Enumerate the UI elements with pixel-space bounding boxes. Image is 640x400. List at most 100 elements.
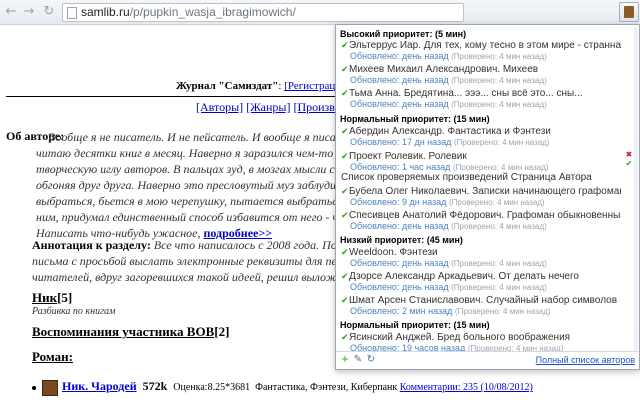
refresh-icon[interactable]: ↻ [366,355,376,365]
author-title[interactable]: Абердин Александр. Фантастика и Фэнтези [349,126,551,137]
book-title-link[interactable]: Ник. Чародей [62,379,137,393]
author-title[interactable]: Ясинский Анджей. Бред больного воображен… [349,332,570,343]
updated-text: Обновлено: день назад [350,75,449,85]
check-icon: ✔ [341,296,349,306]
about-line: Вообще я не писатель. И не пейсатель. И … [48,130,336,144]
address-bar[interactable]: samlib.ru/p/pupkin_wasja_ibragimowich/ [62,3,464,22]
entry-subrow-links[interactable]: Список проверяемых произведений Страница… [341,172,592,183]
book-size: 572k [142,379,168,393]
section-nik-subtitle: Разбивка по книгам [32,306,116,317]
check-icon: ✔ [341,333,349,343]
reload-icon[interactable]: ↻ [42,5,56,19]
site-nav: [Авторы] [Жанры] [Произведен [196,100,358,115]
journal-header: Журнал "Самиздат": [Регистрация [176,80,346,92]
settings-wrench-icon[interactable]: ✎ [353,355,363,365]
nav-genres[interactable]: [Жанры] [246,100,290,114]
author-entry: ✔Эльтеррус Иар. Для тех, кому тесно в эт… [341,40,621,61]
checked-text: (Проверено: 4 мин назад) [451,76,547,85]
check-icon: ✔ [341,65,349,75]
url-host: samlib.ru [81,5,130,19]
nav-authors[interactable]: [Авторы] [196,100,243,114]
group-heading-normal-2: Нормальный приоритет: (15 мин) [340,320,490,330]
delete-icon[interactable]: ✖ [623,150,635,159]
checked-text: (Проверено: 4 мин назад) [451,222,547,231]
author-title[interactable]: Weeldoon. Фэнтези [349,247,438,258]
check-icon: ✔ [341,248,349,258]
author-entry: ✔Бубела Олег Николаевич. Записки начинаю… [341,186,621,207]
book-rating: Оценка:8.25*3681 [173,382,251,393]
about-line: ним, придумал единственный способ избави… [36,210,336,224]
full-author-list-link[interactable]: Полный список авторов [536,355,635,365]
checked-text: (Проверено: 4 мин назад) [454,307,551,316]
book-genres: Фантастика, Фэнтези, Киберпанк [255,382,398,393]
author-entry: ✔Weeldoon. Фэнтези Обновлено: день назад… [341,247,621,268]
check-icon: ✔ [341,127,349,137]
popup-scrollbar[interactable] [634,27,638,367]
check-icon: ✔ [341,211,349,221]
check-icon: ✔ [341,89,349,99]
updated-text: Обновлено: 2 мин назад [350,306,453,316]
checked-text: (Проверено: 4 мин назад) [452,163,549,172]
book-comments-link[interactable]: Комментарии: 235 (10/08/2012) [400,382,533,393]
checked-text: (Проверено: 4 мин назад) [451,100,547,109]
check-icon: ✔ [341,272,349,282]
extension-popup: Высокий приоритет: (5 мин) ✔Эльтеррус Иа… [335,24,640,370]
author-entry: ✔Дзорсе Александр Аркадьевич. От делать … [341,271,621,292]
checked-text: (Проверено: 4 мин назад) [453,138,550,147]
browser-toolbar: ← → ↻ samlib.ru/p/pupkin_wasja_ibragimow… [0,0,640,25]
author-title[interactable]: Спесивцев Анатолий Фёдорович. Графоман о… [349,210,621,221]
forward-arrow-icon[interactable]: → [22,5,36,19]
author-title[interactable]: Проект Ролевик. Ролевик [349,151,467,162]
bullet [32,385,36,390]
updated-text: Обновлено: день назад [350,51,449,61]
section-vow-link[interactable]: Воспоминания участника ВОВ [32,324,214,339]
book-icon [624,6,634,18]
author-entry: ✔Спесивцев Анатолий Фёдорович. Графоман … [341,210,621,231]
author-title[interactable]: Эльтеррус Иар. Для тех, кому тесно в это… [349,40,621,51]
checked-text: (Проверено: 4 мин назад) [451,283,547,292]
journal-title: Журнал "Самиздат" [176,80,279,92]
about-text: Вообще я не писатель. И не пейсатель. И … [36,129,336,241]
author-entry: ✔Михеев Михаил Александрович. Михеев Обн… [341,64,621,85]
mark-read-icon[interactable]: ✔ [623,159,635,168]
annotation-label: Аннотация к разделу: [32,238,151,252]
annotation-text: Все что написалось с 2008 года. После гд… [153,238,336,252]
author-entry-expanded: ✔Проект Ролевик. Ролевик Обновлено: 1 ча… [341,151,621,172]
book-cover-icon [42,379,58,396]
updated-text: Обновлено: 1 час назад [350,162,451,172]
author-title[interactable]: Тьма Анна. Бредятина... эээ... сны всё э… [349,88,583,99]
check-icon: ✔ [341,152,349,162]
about-line: выбраться, бьется в мою черепушку, пытае… [36,194,336,208]
checked-text: (Проверено: 4 мин назад) [448,198,545,207]
updated-text: Обновлено: 9 дн назад [350,197,447,207]
book-row: Ник. Чародей 572k Оценка:8.25*3681 Фантаст… [32,379,533,396]
author-title[interactable]: Шмат Арсен Станиславович. Случайный набо… [349,295,617,306]
group-heading-normal: Нормальный приоритет: (15 мин) [340,114,490,124]
author-title[interactable]: Бубела Олег Николаевич. Записки начинающ… [349,186,621,197]
updated-text: Обновлено: день назад [350,258,449,268]
samlib-extension-button[interactable] [619,2,639,22]
author-title[interactable]: Дзорсе Александр Аркадьевич. От делать н… [349,271,579,282]
popup-footer: + ✎ ↻ Полный список авторов [336,351,639,369]
section-vow: Воспоминания участника ВОВ[2] [32,324,229,340]
updated-text: Обновлено: 17 дн назад [350,137,452,147]
section-nik-link[interactable]: Ник [32,290,57,305]
about-line: творческую иглу авторов. В пальцах зуд, … [36,162,336,176]
checked-text: (Проверено: 4 мин назад) [451,52,547,61]
section-roman-heading: Роман: [32,349,73,364]
updated-text: Обновлено: день назад [350,99,449,109]
annotation-text: читателей, вдруг загоревшихся такой идее… [32,270,336,284]
url-text[interactable]: samlib.ru/p/pupkin_wasja_ibragimowich/ [81,5,296,19]
about-line: читаю десятки книг в месяц. Наверно я за… [36,146,336,160]
author-entry: ✔Абердин Александр. Фантастика и Фэнтези… [341,126,621,147]
updated-text: Обновлено: день назад [350,282,449,292]
checked-text: (Проверено: 4 мин назад) [451,259,547,268]
back-arrow-icon[interactable]: ← [4,5,18,19]
section-nik-count: [5] [57,290,73,305]
updated-text: Обновлено: день назад [350,221,449,231]
page-icon [67,7,77,19]
entry-controls: ✖ ✔ [623,150,635,168]
author-title[interactable]: Михеев Михаил Александрович. Михеев [349,64,538,75]
add-author-icon[interactable]: + [340,355,350,365]
author-entry: ✔Тьма Анна. Бредятина... эээ... сны всё … [341,88,621,109]
